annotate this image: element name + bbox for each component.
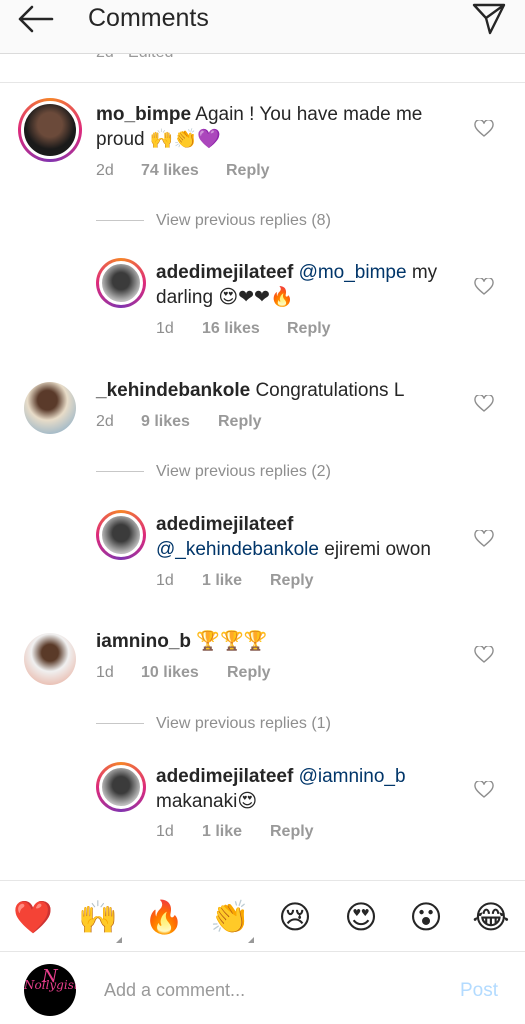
like-heart-icon[interactable] — [474, 530, 494, 548]
quick-reactions-bar: ❤️ 🙌 🔥 👏 😢 😍 😮 😂 — [0, 880, 525, 950]
reaction-raised-hands-icon[interactable]: 🙌 — [78, 897, 118, 937]
comment-username[interactable]: _kehindebankole — [96, 380, 250, 401]
comment-username[interactable]: iamnino_b — [96, 631, 191, 652]
skin-tone-indicator — [116, 937, 122, 943]
reply-button[interactable]: Reply — [226, 162, 270, 180]
reply-meta: 1d 1 like Reply — [156, 572, 314, 590]
comment-meta: 1d 10 likes Reply — [96, 664, 271, 682]
like-heart-icon[interactable] — [474, 120, 494, 138]
comment-time: 2d — [96, 162, 114, 179]
reply-time: 1d — [156, 572, 174, 589]
comment-emoji: 🙌👏💜 — [149, 128, 221, 150]
likes-count[interactable]: 1 like — [202, 823, 270, 841]
like-heart-icon[interactable] — [474, 646, 494, 664]
replies-line — [96, 723, 144, 724]
reply-body: adedimejilateef @_kehindebankole ejiremi… — [156, 512, 456, 562]
reply-username[interactable]: adedimejilateef — [156, 514, 293, 535]
likes-count[interactable]: 74 likes — [141, 162, 226, 180]
reply-username[interactable]: adedimejilateef — [156, 262, 293, 283]
like-heart-icon[interactable] — [474, 278, 494, 296]
avatar-mo_bimpe[interactable] — [18, 98, 82, 162]
comment-time: 1d — [96, 664, 114, 681]
reply-body: adedimejilateef @iamnino_b makanaki😍 — [156, 764, 456, 814]
comment-body: iamnino_b 🏆🏆🏆 — [96, 629, 456, 654]
replies-line — [96, 471, 144, 472]
reply-button[interactable]: Reply — [218, 413, 262, 431]
previous-comment-meta: 2d · Edited — [0, 54, 525, 64]
comment-body: _kehindebankole Congratulations L — [96, 378, 456, 403]
reply-emoji: 😍❤❤🔥 — [218, 286, 294, 308]
comment-body: mo_bimpe Again ! You have made me proud … — [96, 102, 456, 152]
reply-meta: 1d 16 likes Reply — [156, 320, 331, 338]
reply-username[interactable]: adedimejilateef — [156, 766, 293, 787]
comment-emoji: 🏆🏆🏆 — [196, 630, 268, 652]
reply-button[interactable]: Reply — [227, 664, 271, 682]
mention-link[interactable]: @iamnino_b — [299, 766, 406, 787]
reaction-laughing-icon[interactable]: 😂 — [471, 897, 511, 937]
avatar-adedimejilateef[interactable] — [96, 510, 146, 560]
replies-line — [96, 220, 144, 221]
reply-text: makanaki — [156, 791, 238, 812]
likes-count[interactable]: 9 likes — [141, 413, 218, 431]
comment-text: Congratulations L — [255, 380, 405, 401]
reply-emoji: 😍 — [237, 790, 258, 812]
reaction-heart-icon[interactable]: ❤️ — [13, 897, 53, 937]
avatar-_kehindebankole[interactable] — [24, 382, 76, 434]
like-heart-icon[interactable] — [474, 395, 494, 413]
paper-plane-icon[interactable] — [470, 0, 508, 36]
reply-time: 1d — [156, 823, 174, 840]
reply-time: 1d — [156, 320, 174, 337]
skin-tone-indicator — [248, 937, 254, 943]
avatar-iamnino_b[interactable] — [24, 633, 76, 685]
view-previous-replies[interactable]: View previous replies (1) — [156, 715, 331, 733]
reaction-clapping-icon[interactable]: 👏 — [210, 897, 250, 937]
current-user-avatar: N Nollygistx — [24, 964, 76, 1016]
mention-link[interactable]: @mo_bimpe — [299, 262, 407, 283]
comment-username[interactable]: mo_bimpe — [96, 104, 191, 125]
reaction-crying-icon[interactable]: 😢 — [275, 897, 315, 937]
likes-count[interactable]: 16 likes — [202, 320, 287, 338]
add-comment-input[interactable] — [104, 978, 434, 1002]
page-title: Comments — [88, 4, 209, 32]
mention-link[interactable]: @_kehindebankole — [156, 539, 319, 560]
view-previous-replies[interactable]: View previous replies (8) — [156, 212, 331, 230]
reaction-heart-eyes-icon[interactable]: 😍 — [341, 897, 381, 937]
likes-count[interactable]: 10 likes — [141, 664, 227, 682]
comment-input-bar: N Nollygistx Post — [0, 951, 525, 1024]
reply-button[interactable]: Reply — [270, 823, 314, 841]
reaction-fire-icon[interactable]: 🔥 — [144, 897, 184, 937]
divider — [0, 82, 525, 83]
likes-count[interactable]: 1 like — [202, 572, 270, 590]
like-heart-icon[interactable] — [474, 781, 494, 799]
avatar-adedimejilateef[interactable] — [96, 258, 146, 308]
reply-meta: 1d 1 like Reply — [156, 823, 314, 841]
avatar-logo-text: Nollygistx — [24, 978, 76, 992]
reply-body: adedimejilateef @mo_bimpe my darling 😍❤❤… — [156, 260, 456, 310]
reply-button[interactable]: Reply — [270, 572, 314, 590]
comment-time: 2d — [96, 413, 114, 430]
post-button[interactable]: Post — [460, 980, 498, 1002]
reply-button[interactable]: Reply — [287, 320, 331, 338]
reaction-surprised-icon[interactable]: 😮 — [406, 897, 446, 937]
reply-text: ejiremi owon — [318, 539, 431, 560]
header-bar: Comments — [0, 0, 525, 54]
comment-meta: 2d 9 likes Reply — [96, 413, 262, 431]
edited-label: 2d · Edited — [96, 54, 173, 62]
back-arrow-icon[interactable] — [14, 2, 56, 36]
comment-meta: 2d 74 likes Reply — [96, 162, 270, 180]
view-previous-replies[interactable]: View previous replies (2) — [156, 463, 331, 481]
avatar-adedimejilateef[interactable] — [96, 762, 146, 812]
